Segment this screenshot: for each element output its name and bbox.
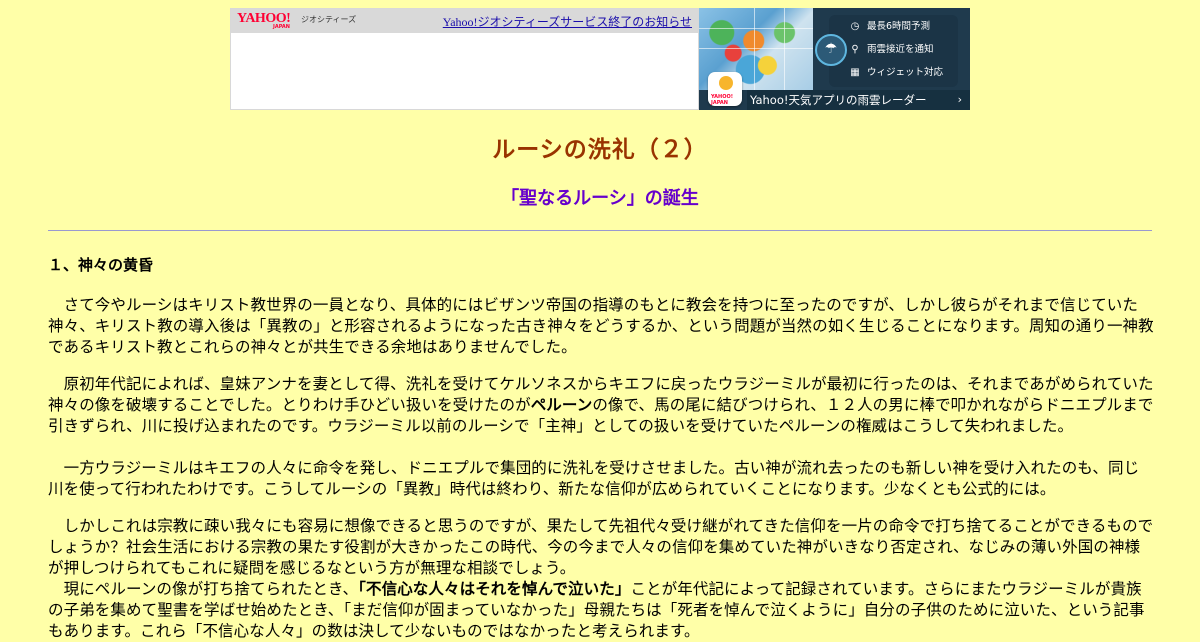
feature-label: ウィジェット対応	[867, 67, 944, 78]
weather-app-ad[interactable]: YAHOO! JAPAN ◷ 最長6時間予測 ⚲ 雨雲接近を通知 ▦ ウィジェット対応…	[699, 8, 970, 110]
clock-icon: ◷	[850, 21, 860, 32]
paragraph-mass-baptism: 一方ウラジーミルはキエフの人々に命令を発し、ドニエプルで集団的に洗礼を受けさせま…	[48, 459, 1140, 498]
page-subtitle: 「聖なるルーシ」の誕生	[501, 188, 699, 209]
widget-grid-icon: ▦	[850, 67, 860, 78]
rain-radar-link-label: Yahoo!天気アプリの雨雲レーダー	[750, 93, 927, 107]
geocities-banner: YAHOO! JAPAN ジオシティーズ Yahoo!ジオシティーズサービス終了…	[230, 8, 970, 110]
chevron-right-icon: ›	[957, 93, 962, 106]
geocities-label: ジオシティーズ	[301, 15, 357, 24]
paragraph-perun-destruction: 原初年代記によれば、皇妹アンナを妻として得、洗礼を受けてケルソネスからキエフに戻…	[48, 374, 1154, 437]
feature-row-notify: ⚲ 雨雲接近を通知	[849, 42, 934, 58]
page-title: ルーシの洗礼（２）	[492, 137, 708, 163]
location-pin-icon: ⚲	[851, 44, 859, 55]
banner-notice-panel: YAHOO! JAPAN ジオシティーズ Yahoo!ジオシティーズサービス終了…	[230, 8, 699, 110]
feature-label: 最長6時間予測	[867, 21, 931, 32]
sun-icon	[719, 76, 733, 90]
horizontal-divider	[48, 230, 1152, 231]
rain-cloud-icon: ☂	[815, 34, 847, 66]
paragraph-mourning: 現にペルーンの像が打ち捨てられたとき、「不信心な人々はそれを悼んで泣いた」ことが…	[48, 579, 1154, 642]
feature-row-forecast: ◷ 最長6時間予測	[849, 19, 930, 35]
weather-app-icon-label: YAHOO! JAPAN	[711, 94, 733, 106]
yahoo-japan-logo[interactable]: YAHOO! JAPAN	[237, 11, 299, 30]
banner-top-bar: YAHOO! JAPAN ジオシティーズ Yahoo!ジオシティーズサービス終了…	[231, 9, 698, 33]
feature-row-widget: ▦ ウィジェット対応	[849, 65, 943, 81]
weather-app-icon: YAHOO! JAPAN	[708, 72, 742, 106]
paragraph-text: 現にペルーンの像が打ち捨てられたとき、	[48, 580, 359, 598]
paragraph-doubt: しかしこれは宗教に疎い我々にも容易に想像できると思うのですが、果たして先祖代々受…	[48, 517, 1154, 577]
chronicle-quote-emphasis: 「不信心な人々はそれを悼んで泣いた」	[358, 580, 631, 598]
feature-label: 雨雲接近を通知	[867, 44, 934, 55]
paragraph-intro: さて今やルーシはキリスト教世界の一員となり、具体的にはビザンツ帝国の指導のもとに…	[48, 296, 1154, 356]
yahoo-logo-subtext: JAPAN	[273, 24, 290, 30]
service-end-notice-link[interactable]: Yahoo!ジオシティーズサービス終了のお知らせ	[443, 13, 692, 30]
feature-list-box: ◷ 最長6時間予測 ⚲ 雨雲接近を通知 ▦ ウィジェット対応	[829, 15, 958, 87]
perun-emphasis: ペルーン	[530, 396, 593, 414]
section-heading: １、神々の黄昏	[48, 256, 154, 274]
rain-radar-app-link[interactable]: Yahoo!天気アプリの雨雲レーダー ›	[747, 90, 970, 110]
